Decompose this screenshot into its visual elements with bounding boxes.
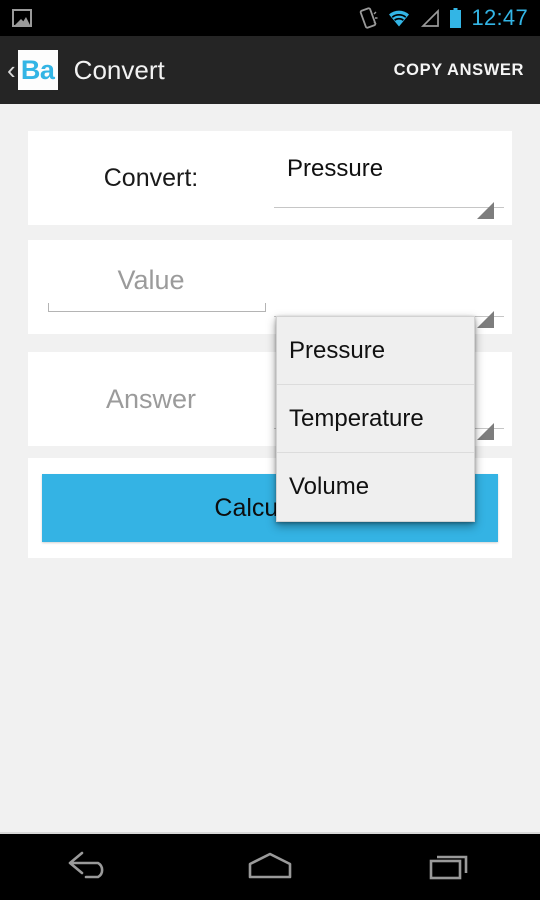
up-navigation-chevron-icon[interactable]: ‹ <box>0 57 18 83</box>
value-input-placeholder: Value <box>117 265 185 295</box>
copy-answer-button[interactable]: COPY ANSWER <box>394 61 540 80</box>
back-nav-icon <box>68 851 104 879</box>
nav-home-button[interactable] <box>180 832 360 900</box>
spinner-underline <box>274 200 504 208</box>
convert-type-dropdown-menu[interactable]: Pressure Temperature Volume <box>276 316 475 522</box>
value-input-underline <box>48 303 266 312</box>
system-navigation-bar <box>0 832 540 900</box>
battery-icon <box>450 7 462 28</box>
answer-output-cell: Answer <box>28 352 274 446</box>
status-bar-clock: 12:47 <box>471 5 528 30</box>
wifi-icon <box>389 10 410 26</box>
cellular-signal-icon <box>421 8 440 27</box>
nav-recents-button[interactable] <box>360 832 540 900</box>
answer-placeholder: Answer <box>105 383 197 414</box>
recents-nav-icon <box>429 855 468 880</box>
convert-type-row: Convert: Pressure <box>28 131 512 225</box>
spinner-triangle-icon <box>477 202 494 219</box>
action-bar: ‹ Ba Convert COPY ANSWER <box>0 36 540 104</box>
status-bar-notifications <box>0 9 32 27</box>
value-input-cell[interactable]: Value <box>28 240 274 334</box>
dropdown-option-pressure[interactable]: Pressure <box>277 317 474 385</box>
convert-label-cell: Convert: <box>28 131 274 225</box>
page-title: Convert <box>73 54 165 85</box>
dropdown-option-volume[interactable]: Volume <box>277 453 474 521</box>
dropdown-option-temperature[interactable]: Temperature <box>277 385 474 453</box>
app-logo-icon[interactable]: Ba <box>17 50 58 90</box>
convert-label: Convert: <box>103 163 199 192</box>
convert-type-spinner[interactable]: Pressure <box>274 131 512 225</box>
convert-type-selected-value: Pressure <box>287 155 384 182</box>
home-nav-icon <box>248 852 292 879</box>
nav-back-button[interactable] <box>0 832 180 900</box>
spinner-triangle-icon <box>477 311 494 328</box>
status-bar: 12:47 <box>0 0 540 36</box>
phone-screen: 12:47 ‹ Ba Convert COPY ANSWER Convert: … <box>0 0 540 900</box>
image-icon <box>12 9 32 27</box>
spinner-triangle-icon <box>477 423 494 440</box>
nav-bar-divider <box>0 832 540 834</box>
vibrate-icon <box>360 7 378 29</box>
main-content: Convert: Pressure Value Answer Calculate… <box>0 104 540 832</box>
status-bar-system-icons: 12:47 <box>358 5 540 31</box>
